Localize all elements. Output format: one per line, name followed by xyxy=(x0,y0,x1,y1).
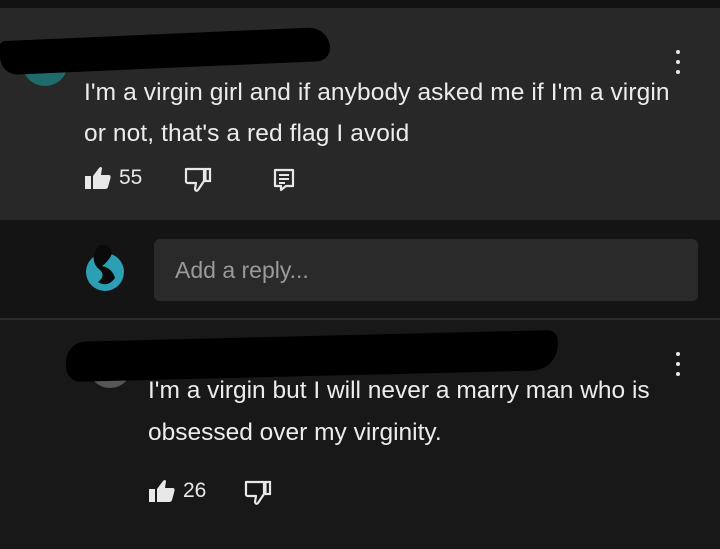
comment-like-count: 55 xyxy=(119,166,143,189)
reply-like-button[interactable]: 26 xyxy=(148,478,206,504)
thumbs-up-icon xyxy=(149,480,175,502)
comment-dislike-button[interactable] xyxy=(184,167,212,193)
top-edge-strip xyxy=(0,0,720,8)
add-reply-input[interactable]: Add a reply... xyxy=(154,239,698,301)
more-dot xyxy=(676,60,680,64)
reply-comment-text: I'm a virgin but I will never a marry ma… xyxy=(148,377,650,446)
current-user-avatar[interactable] xyxy=(84,242,126,292)
reply-like-count: 26 xyxy=(183,479,207,502)
thumbs-down-icon xyxy=(244,480,272,505)
more-vertical-icon xyxy=(676,50,680,54)
comment-card: I'm a virgin girl and if anybody asked m… xyxy=(0,8,720,220)
reply-input-row: Add a reply... xyxy=(0,220,720,318)
reply-dislike-button[interactable] xyxy=(244,480,272,506)
more-vertical-icon xyxy=(676,352,680,356)
more-dot xyxy=(676,362,680,366)
reply-comment-card: I'm a virgin but I will never a marry ma… xyxy=(0,320,720,549)
comment-text: I'm a virgin girl and if anybody asked m… xyxy=(84,79,670,147)
comment-like-button[interactable]: 55 xyxy=(84,165,142,191)
redacted-username xyxy=(0,26,331,76)
thumbs-up-icon xyxy=(85,167,111,189)
reply-icon xyxy=(273,168,295,192)
comment-reply-button[interactable] xyxy=(272,168,296,192)
thumbs-down-icon xyxy=(184,167,212,192)
